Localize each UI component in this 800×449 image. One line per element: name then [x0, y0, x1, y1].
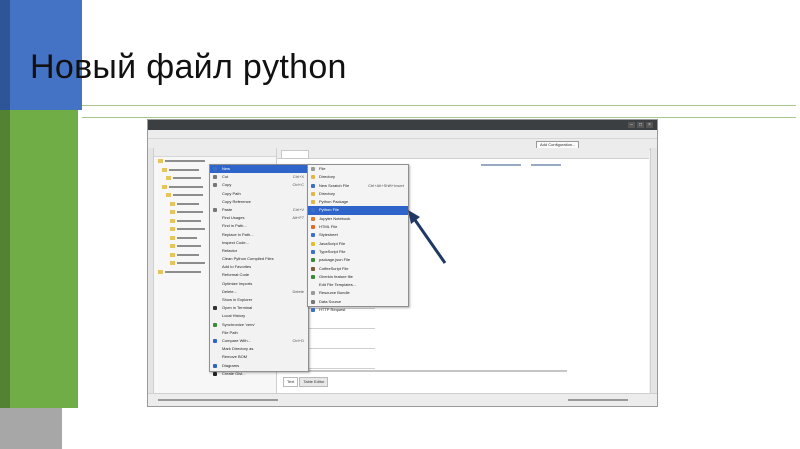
slide-decoration-blue-edge [0, 0, 10, 110]
ide-screenshot: – □ × Add Configuration... Text Table Ed… [147, 119, 658, 407]
arrow-head [408, 210, 420, 224]
slide-decoration-lower-gray [0, 408, 62, 449]
slide-divider-line [82, 117, 796, 118]
slide-decoration-green-edge [0, 110, 10, 408]
slide-title: Новый файл python [30, 48, 347, 86]
annotation-arrow [408, 210, 447, 264]
slide-divider-line [82, 105, 796, 106]
arrow-shaft [413, 219, 447, 264]
slide-decoration-green-block [0, 110, 78, 408]
